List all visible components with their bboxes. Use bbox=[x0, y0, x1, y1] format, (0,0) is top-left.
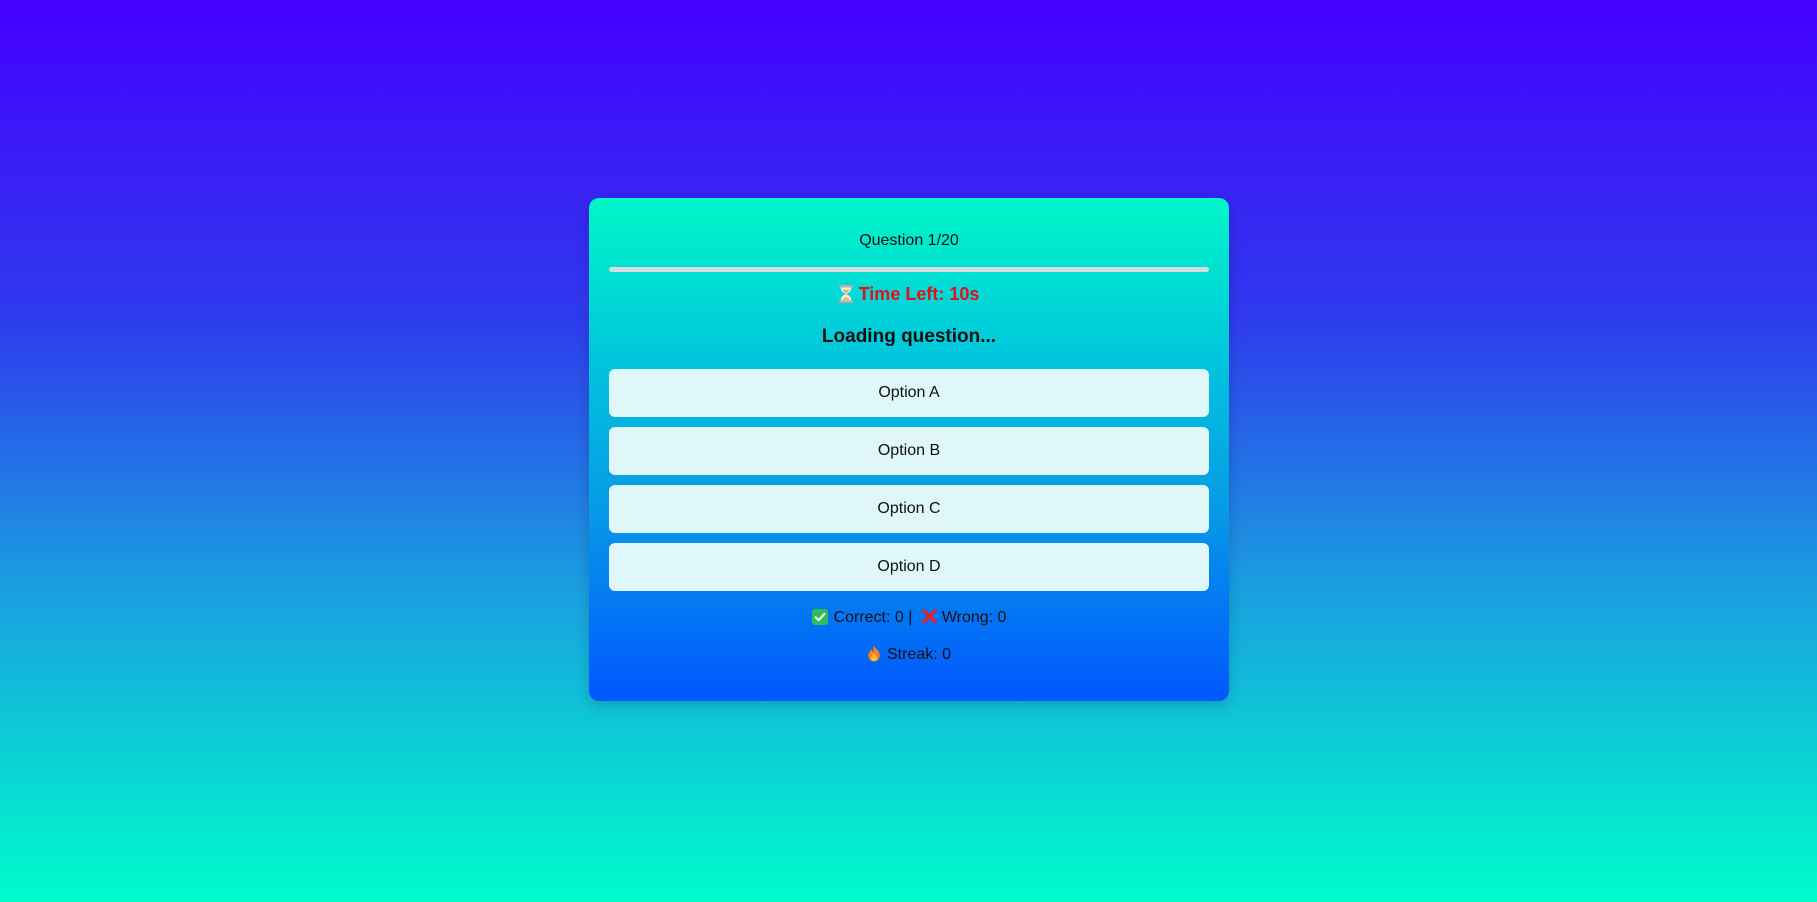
option-d-button[interactable]: Option D bbox=[609, 543, 1209, 591]
check-icon bbox=[811, 609, 828, 625]
timer: Time Left: 10s bbox=[589, 284, 1229, 308]
question-counter: Question 1/20 bbox=[859, 232, 959, 249]
correct-count: Correct: 0 | bbox=[833, 609, 913, 626]
question-text: Loading question... bbox=[821, 326, 997, 347]
cross-icon bbox=[921, 608, 938, 630]
option-b-button[interactable]: Option B bbox=[609, 427, 1209, 475]
hourglass-icon bbox=[838, 285, 853, 308]
options-list: Option A Option B Option C Option D bbox=[609, 369, 1209, 601]
option-c-button[interactable]: Option C bbox=[609, 485, 1209, 533]
score-line: Correct: 0 | Wrong: 0 bbox=[589, 608, 1229, 630]
wrong-count: Wrong: 0 bbox=[941, 609, 1007, 626]
progress-bar bbox=[609, 267, 1209, 272]
option-a-button[interactable]: Option A bbox=[609, 369, 1209, 417]
quiz-card: Question 1/20 Time Left: 10s Loading que… bbox=[589, 198, 1229, 701]
streak-count: Streak: 0 bbox=[886, 646, 952, 663]
timer-text: Time Left: 10s bbox=[858, 284, 980, 304]
fire-icon bbox=[867, 645, 881, 667]
streak-line: Streak: 0 bbox=[589, 645, 1229, 667]
